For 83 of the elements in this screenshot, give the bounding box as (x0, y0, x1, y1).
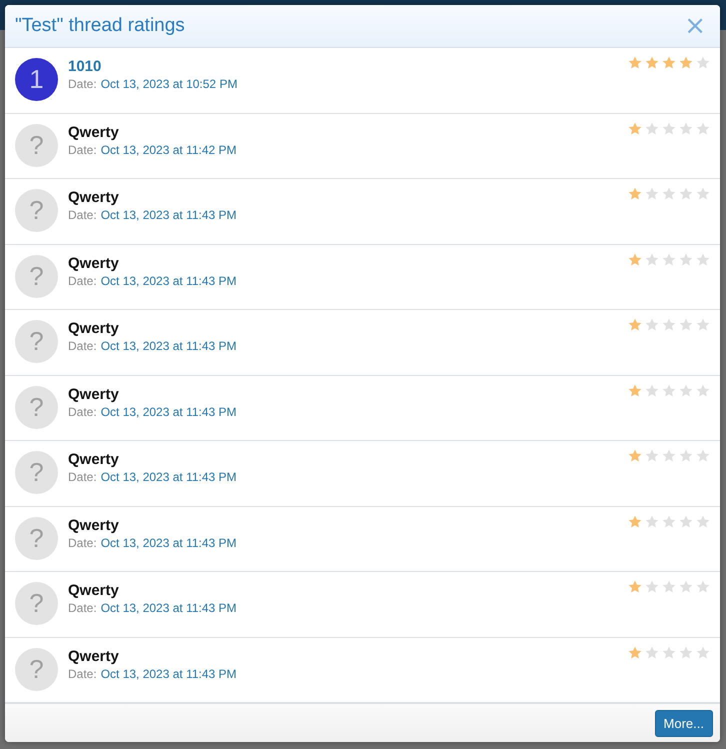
star-icon (679, 646, 693, 659)
star-icon (645, 514, 659, 528)
date-link[interactable]: Oct 13, 2023 at 11:43 PM (100, 666, 237, 681)
date-link[interactable]: Oct 13, 2023 at 10:52 PM (100, 77, 238, 92)
date-link[interactable]: Oct 13, 2023 at 11:43 PM (100, 404, 237, 419)
star-icon (645, 252, 659, 266)
user-name[interactable]: Qwerty (68, 254, 237, 272)
star-icon (679, 449, 693, 462)
star-icon (662, 318, 676, 332)
star-icon (696, 580, 710, 594)
star-icon (696, 384, 710, 397)
star-icon (662, 122, 676, 135)
star-icon (628, 187, 642, 200)
star-icon (645, 122, 659, 135)
star-icon (628, 514, 642, 528)
user-name[interactable]: Qwerty (68, 320, 237, 338)
star-icon (628, 646, 642, 659)
date-link[interactable]: Oct 13, 2023 at 11:42 PM (100, 142, 237, 157)
star-icon (628, 384, 642, 397)
star-icon (696, 56, 710, 70)
star-icon (679, 252, 693, 266)
star-icon (628, 580, 642, 594)
star-icon (662, 646, 676, 659)
star-icon (662, 580, 676, 594)
date-link[interactable]: Oct 13, 2023 at 11:43 PM (100, 470, 237, 484)
star-icon (679, 56, 693, 70)
avatar[interactable]: 1 (15, 58, 58, 102)
star-icon (662, 449, 676, 462)
star-icon (645, 384, 659, 397)
star-icon (628, 318, 642, 332)
star-icon (645, 187, 659, 200)
star-icon (628, 252, 642, 266)
date-label: Date: (68, 339, 97, 354)
user-name[interactable]: 1010 (68, 58, 238, 76)
date-label: Date: (68, 77, 97, 92)
star-icon (628, 122, 642, 135)
star-icon (679, 187, 693, 200)
star-icon (645, 56, 659, 70)
star-icon (696, 646, 710, 659)
star-icon (696, 122, 710, 135)
date-label: Date: (68, 208, 97, 222)
date-label: Date: (68, 274, 97, 288)
star-icon (645, 580, 659, 594)
user-name[interactable]: Qwerty (68, 124, 237, 141)
star-icon (679, 384, 693, 397)
star-icon (662, 56, 676, 70)
star-icon (696, 187, 710, 200)
more-button[interactable]: More... (654, 710, 713, 737)
date-link[interactable]: Oct 13, 2023 at 11:43 PM (100, 274, 237, 288)
date-link[interactable]: Oct 13, 2023 at 11:43 PM (100, 601, 237, 616)
star-icon (645, 318, 659, 332)
user-name[interactable]: Qwerty (68, 451, 237, 468)
star-icon (662, 187, 676, 200)
star-icon (696, 252, 710, 266)
star-icon (696, 449, 710, 462)
star-icon (696, 514, 710, 528)
star-icon (679, 514, 693, 528)
date-label: Date: (68, 470, 97, 484)
star-icon (645, 646, 659, 659)
date-label: Date: (68, 404, 97, 419)
user-name[interactable]: Qwerty (68, 582, 237, 600)
star-icon (662, 514, 676, 528)
date-link[interactable]: Oct 13, 2023 at 11:43 PM (100, 208, 237, 222)
date-label: Date: (68, 536, 97, 550)
star-icon (679, 318, 693, 332)
star-icon (645, 449, 659, 462)
date-label: Date: (68, 601, 97, 616)
star-icon (628, 449, 642, 462)
dialog-title: "Test" thread ratings (15, 15, 185, 38)
date-link[interactable]: Oct 13, 2023 at 11:43 PM (100, 536, 237, 550)
star-icon (679, 580, 693, 594)
date-link[interactable]: Oct 13, 2023 at 11:43 PM (100, 339, 237, 354)
user-name[interactable]: Qwerty (68, 648, 237, 665)
user-name[interactable]: Qwerty (68, 386, 237, 403)
star-icon (696, 318, 710, 332)
star-icon (662, 384, 676, 397)
star-icon (628, 56, 642, 70)
user-name[interactable]: Qwerty (68, 516, 237, 534)
star-icon (662, 252, 676, 266)
date-label: Date: (68, 142, 97, 157)
date-label: Date: (68, 666, 97, 681)
user-name[interactable]: Qwerty (68, 189, 237, 206)
star-icon (679, 122, 693, 135)
